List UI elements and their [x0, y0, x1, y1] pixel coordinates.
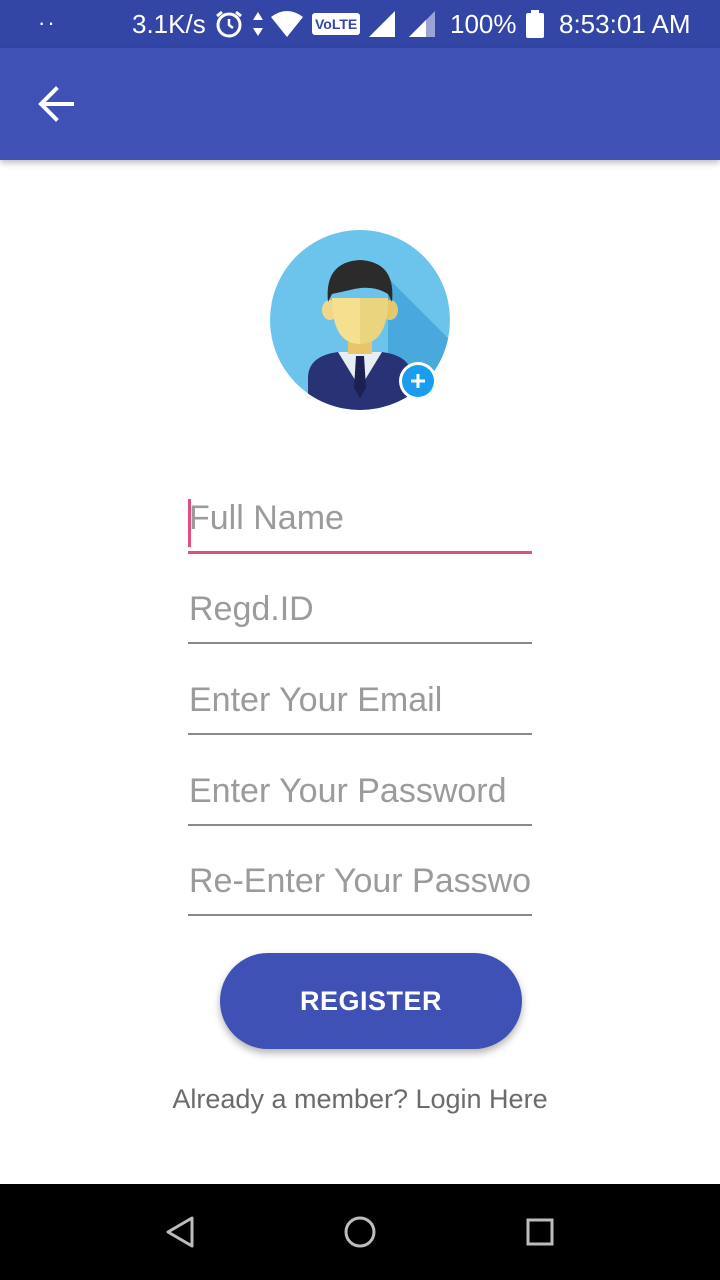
network-speed: 3.1K/s — [132, 9, 206, 39]
login-link[interactable]: Already a member? Login Here — [0, 1084, 720, 1115]
data-transfer-icon — [253, 12, 263, 36]
full-name-field[interactable] — [188, 494, 532, 554]
volte-badge: VoLTE — [312, 13, 361, 35]
nav-home-icon — [344, 1216, 376, 1248]
app-bar — [0, 48, 720, 160]
back-button[interactable] — [28, 78, 84, 130]
nav-back-icon — [166, 1216, 194, 1248]
battery-icon — [526, 10, 544, 38]
clock: 8:53:01 AM — [559, 9, 691, 39]
battery-percent: 100% — [450, 9, 517, 39]
regd-id-field[interactable] — [188, 584, 532, 644]
text-cursor — [188, 499, 191, 547]
profile-photo-picker[interactable] — [268, 228, 452, 412]
nav-back-button[interactable] — [152, 1204, 208, 1260]
password-field[interactable] — [188, 766, 532, 826]
nav-recents-icon — [526, 1218, 554, 1246]
wifi-icon — [271, 11, 303, 37]
signal-icon-2 — [409, 11, 436, 37]
signal-icon — [369, 11, 396, 37]
nav-recents-button[interactable] — [512, 1204, 568, 1260]
person-avatar-icon — [270, 230, 450, 410]
confirm-password-field[interactable] — [188, 856, 532, 916]
arrow-back-icon — [38, 86, 74, 122]
register-button[interactable]: REGISTER — [220, 953, 522, 1049]
status-icons: VoLTE — [214, 8, 436, 40]
navigation-bar — [0, 1184, 720, 1280]
notification-dots: ·· — [38, 10, 57, 35]
nav-home-button[interactable] — [332, 1204, 388, 1260]
alarm-icon — [216, 10, 242, 38]
email-field[interactable] — [188, 675, 532, 735]
status-bar: ·· 3.1K/s VoLTE 100% 8:53:01 AM — [0, 0, 720, 48]
